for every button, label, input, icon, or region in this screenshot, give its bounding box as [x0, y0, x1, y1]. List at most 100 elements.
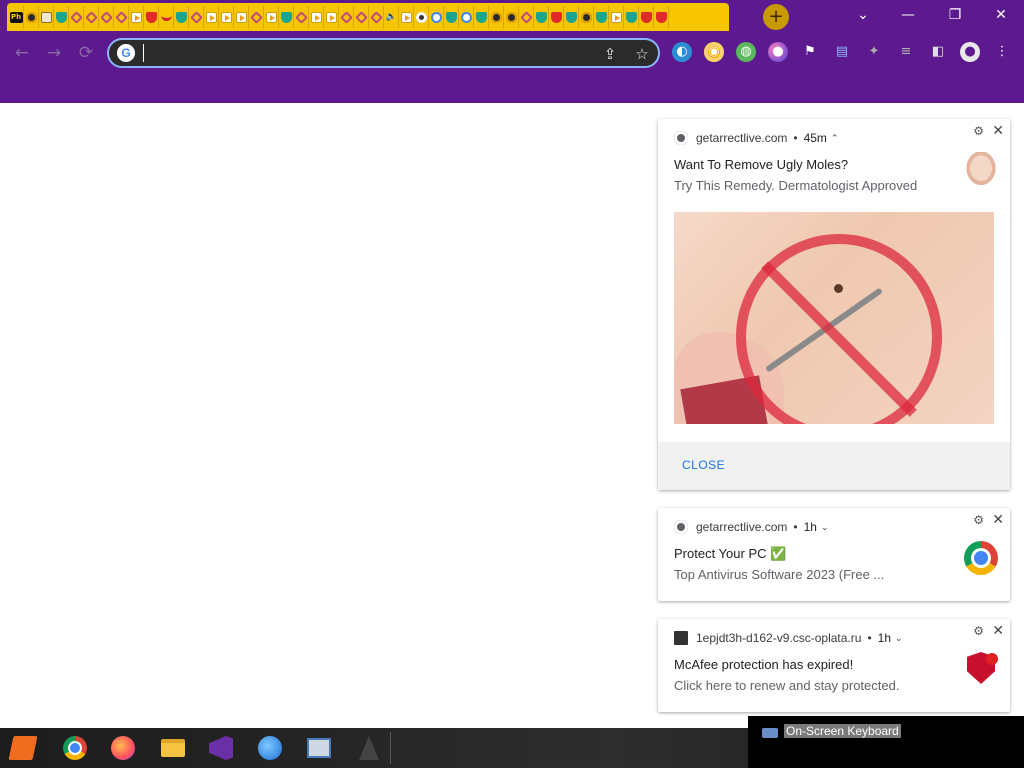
browser-tab[interactable] [99, 6, 114, 28]
chrome-logo-icon [964, 541, 998, 575]
extension-1-icon[interactable]: ◐ [672, 42, 692, 62]
minimize-button[interactable]: — [885, 0, 931, 30]
browser-tab[interactable] [189, 6, 204, 28]
browser-tab[interactable] [564, 6, 579, 28]
taskbar-remote-desktop[interactable] [296, 730, 342, 766]
browser-tab[interactable]: 🔈 [384, 6, 399, 28]
browser-tab[interactable] [264, 6, 279, 28]
on-screen-keyboard-window[interactable]: On-Screen Keyboard [748, 716, 1024, 768]
browser-tab[interactable] [549, 6, 564, 28]
settings-gear-icon[interactable]: ⚙ [973, 513, 984, 527]
browser-tab[interactable] [414, 6, 429, 28]
taskbar-divider [390, 732, 391, 764]
tool-favicon-icon [369, 10, 383, 24]
share-icon[interactable]: ⇪ [601, 45, 619, 63]
browser-tab[interactable]: Ph [9, 6, 24, 28]
tab-search-button[interactable]: ⌄ [840, 0, 886, 30]
browser-tab[interactable] [399, 6, 414, 28]
browser-tab[interactable] [444, 6, 459, 28]
start-button[interactable] [0, 730, 46, 766]
extension-2-icon[interactable]: ◉ [704, 42, 724, 62]
settings-gear-icon[interactable]: ⚙ [973, 624, 984, 638]
browser-tab[interactable] [294, 6, 309, 28]
bookmark-star-icon[interactable]: ☆ [633, 45, 651, 63]
play-favicon-icon [610, 11, 622, 23]
extension-3-icon[interactable]: ◍ [736, 42, 756, 62]
browser-tab[interactable] [429, 6, 444, 28]
browser-tab[interactable] [324, 6, 339, 28]
browser-tab[interactable] [54, 6, 69, 28]
reload-button[interactable]: ⟳ [74, 41, 98, 65]
taskbar-chrome[interactable] [52, 730, 98, 766]
notification-body: Try This Remedy. Dermatologist Approved [674, 178, 918, 193]
notification-card[interactable]: getarrectlive.com • 45m ⌃ ⚙ ✕ Want To Re… [658, 119, 1010, 490]
browser-tab[interactable] [624, 6, 639, 28]
browser-tab[interactable] [654, 6, 669, 28]
browser-tab[interactable] [354, 6, 369, 28]
browser-tab[interactable] [339, 6, 354, 28]
browser-tab[interactable] [489, 6, 504, 28]
close-action-button[interactable]: CLOSE [682, 458, 725, 472]
browser-tab[interactable] [24, 6, 39, 28]
browser-tab[interactable] [249, 6, 264, 28]
prohibited-sign-icon [736, 234, 942, 424]
close-window-button[interactable]: ✕ [978, 0, 1024, 30]
taskbar-visual-studio[interactable] [198, 730, 244, 766]
play-favicon-icon [130, 11, 142, 23]
new-tab-button[interactable]: + [763, 4, 789, 30]
settings-gear-icon[interactable]: ⚙ [973, 124, 984, 138]
menu-kebab-icon[interactable]: ⋮ [992, 42, 1012, 62]
taskbar-file-explorer[interactable] [150, 730, 196, 766]
close-notification-icon[interactable]: ✕ [992, 122, 1004, 139]
browser-tab[interactable] [129, 6, 144, 28]
extension-5-icon[interactable]: ⚑ [800, 42, 820, 62]
taskbar-internet-explorer[interactable] [247, 730, 293, 766]
expand-caret-icon[interactable]: ⌄ [821, 522, 829, 533]
browser-tab[interactable] [609, 6, 624, 28]
side-panel-icon[interactable]: ◧ [928, 42, 948, 62]
extensions-puzzle-icon[interactable]: ✦ [864, 42, 884, 62]
browser-tab[interactable] [159, 6, 174, 28]
browser-tab[interactable] [309, 6, 324, 28]
address-input[interactable] [143, 44, 583, 62]
restore-button[interactable]: ❐ [932, 0, 978, 30]
browser-tab[interactable] [204, 6, 219, 28]
browser-tab[interactable] [84, 6, 99, 28]
browser-tab[interactable] [144, 6, 159, 28]
notification-card[interactable]: 1epjdt3h-d162-v9.csc-oplata.ru • 1h ⌄ ⚙ … [658, 619, 1010, 712]
tool-favicon-icon [519, 10, 533, 24]
browser-tab[interactable] [459, 6, 474, 28]
extension-4-icon[interactable]: ● [768, 42, 788, 62]
notification-header: getarrectlive.com • 1h ⌄ [674, 520, 828, 534]
back-button[interactable]: ← [10, 41, 34, 65]
reading-list-icon[interactable]: ≡ [896, 42, 916, 62]
forward-button[interactable]: → [42, 41, 66, 65]
notification-card[interactable]: getarrectlive.com • 1h ⌄ ⚙ ✕ Protect You… [658, 508, 1010, 601]
expand-caret-icon[interactable]: ⌄ [895, 633, 903, 644]
close-notification-icon[interactable]: ✕ [992, 622, 1004, 639]
browser-tab[interactable] [504, 6, 519, 28]
browser-tab[interactable] [219, 6, 234, 28]
browser-tab[interactable] [579, 6, 594, 28]
browser-tab[interactable] [474, 6, 489, 28]
browser-tab[interactable] [594, 6, 609, 28]
extension-6-icon[interactable]: ▤ [832, 42, 852, 62]
browser-tab[interactable] [69, 6, 84, 28]
browser-tab[interactable] [279, 6, 294, 28]
browser-tab[interactable] [174, 6, 189, 28]
taskbar-inkscape[interactable] [346, 730, 392, 766]
profile-avatar-icon[interactable]: ● [960, 42, 980, 62]
close-notification-icon[interactable]: ✕ [992, 511, 1004, 528]
browser-tab[interactable] [369, 6, 384, 28]
ph-favicon-icon: Ph [9, 11, 23, 23]
notification-time: 45m [803, 131, 827, 145]
address-bar[interactable]: G ⇪ ☆ [107, 38, 660, 68]
taskbar-firefox[interactable] [100, 730, 146, 766]
browser-tab[interactable] [534, 6, 549, 28]
browser-tab[interactable] [639, 6, 654, 28]
collapse-caret-icon[interactable]: ⌃ [831, 133, 839, 144]
browser-tab[interactable] [39, 6, 54, 28]
browser-tab[interactable] [114, 6, 129, 28]
browser-tab[interactable] [519, 6, 534, 28]
browser-tab[interactable] [234, 6, 249, 28]
